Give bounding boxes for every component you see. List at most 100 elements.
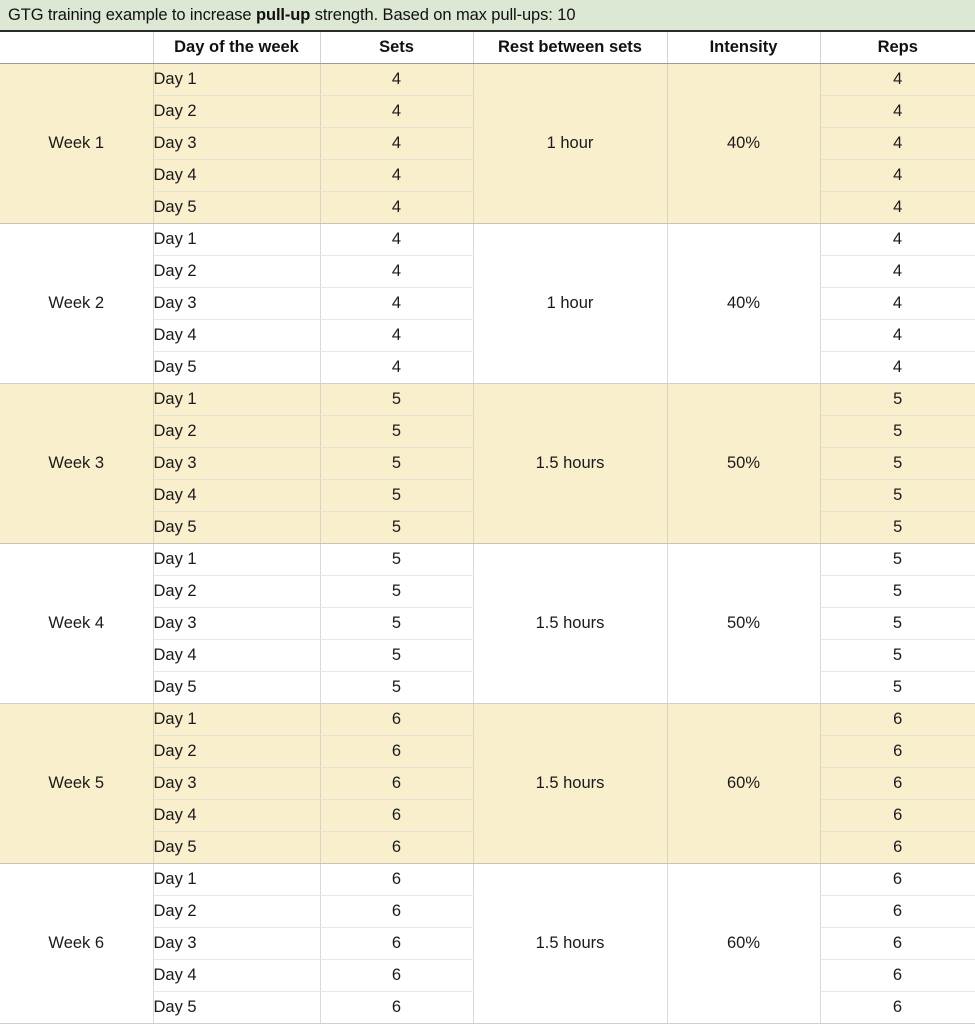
reps-cell: 4 xyxy=(820,287,975,320)
day-cell: Day 2 xyxy=(153,95,321,128)
reps-cell: 5 xyxy=(820,511,975,544)
day-cell: Day 5 xyxy=(153,511,321,544)
table-header-row: Day of the week Sets Rest between sets I… xyxy=(0,32,975,64)
day-cell: Day 4 xyxy=(153,319,321,352)
week-label-cell: Week 5 xyxy=(0,703,154,864)
table-row: Week 6 Day 1 6 1.5 hours 60% 6 xyxy=(0,863,975,1024)
sets-cell: 6 xyxy=(320,799,474,832)
reps-cell: 5 xyxy=(820,447,975,480)
column-header-sets: Sets xyxy=(320,32,474,64)
reps-cell: 4 xyxy=(820,319,975,352)
sets-cell: 5 xyxy=(320,383,474,416)
day-cell: Day 5 xyxy=(153,351,321,384)
sets-cell: 6 xyxy=(320,703,474,736)
reps-cell: 4 xyxy=(820,351,975,384)
sets-cell: 6 xyxy=(320,831,474,864)
week-label-cell: Week 3 xyxy=(0,383,154,544)
sets-cell: 6 xyxy=(320,735,474,768)
sets-cell: 6 xyxy=(320,767,474,800)
table-row: Week 1 Day 141 hour 40% 4 xyxy=(0,63,975,224)
column-header-week xyxy=(0,32,154,64)
reps-cell: 5 xyxy=(820,575,975,608)
day-cell: Day 5 xyxy=(153,991,321,1024)
reps-cell: 4 xyxy=(820,63,975,96)
reps-cell: 6 xyxy=(820,735,975,768)
sets-cell: 4 xyxy=(320,255,474,288)
day-cell: Day 4 xyxy=(153,159,321,192)
day-cell: Day 1 xyxy=(153,703,321,736)
sets-cell: 4 xyxy=(320,127,474,160)
reps-cell: 6 xyxy=(820,959,975,992)
rest-cell: 1.5 hours xyxy=(473,543,668,704)
day-cell: Day 2 xyxy=(153,735,321,768)
day-cell: Day 2 xyxy=(153,255,321,288)
day-cell: Day 3 xyxy=(153,607,321,640)
sets-cell: 4 xyxy=(320,191,474,224)
intensity-cell: 60% xyxy=(667,863,821,1024)
day-cell: Day 3 xyxy=(153,127,321,160)
reps-cell: 6 xyxy=(820,831,975,864)
sets-cell: 5 xyxy=(320,447,474,480)
reps-cell: 6 xyxy=(820,703,975,736)
sets-cell: 4 xyxy=(320,159,474,192)
sets-cell: 6 xyxy=(320,927,474,960)
day-cell: Day 4 xyxy=(153,799,321,832)
table-header: Day of the week Sets Rest between sets I… xyxy=(0,32,975,64)
column-header-reps: Reps xyxy=(820,32,975,64)
sets-cell: 5 xyxy=(320,671,474,704)
page-title-prefix: GTG training example to increase xyxy=(8,5,256,24)
table-row: Week 3 Day 1 5 1.5 hours 50% 5 xyxy=(0,383,975,544)
sets-cell: 4 xyxy=(320,63,474,96)
day-cell: Day 4 xyxy=(153,639,321,672)
sets-cell: 5 xyxy=(320,479,474,512)
reps-cell: 6 xyxy=(820,863,975,896)
rest-cell: 1 hour xyxy=(473,223,668,384)
day-cell: Day 4 xyxy=(153,959,321,992)
table-row: Week 4 Day 1 5 1.5 hours 50% 5 xyxy=(0,543,975,704)
rest-cell: 1.5 hours xyxy=(473,703,668,864)
intensity-cell: 50% xyxy=(667,543,821,704)
day-cell: Day 5 xyxy=(153,191,321,224)
rest-cell: 1.5 hours xyxy=(473,383,668,544)
reps-cell: 5 xyxy=(820,671,975,704)
week-label-cell: Week 4 xyxy=(0,543,154,704)
sets-cell: 4 xyxy=(320,319,474,352)
sets-cell: 5 xyxy=(320,543,474,576)
table-row: Week 5 Day 1 6 1.5 hours 60% 6 xyxy=(0,703,975,864)
day-cell: Day 3 xyxy=(153,767,321,800)
training-schedule-table: Day of the week Sets Rest between sets I… xyxy=(0,32,975,1024)
reps-cell: 6 xyxy=(820,767,975,800)
sets-cell: 6 xyxy=(320,991,474,1024)
intensity-cell: 40% xyxy=(667,63,821,224)
page-title: GTG training example to increase pull-up… xyxy=(8,5,576,24)
reps-cell: 4 xyxy=(820,255,975,288)
reps-cell: 5 xyxy=(820,639,975,672)
reps-cell: 4 xyxy=(820,95,975,128)
table-body: Week 1 Day 141 hour 40% 4 Day 2 4 4 Day 3 4 4 Day … xyxy=(0,63,975,1024)
page-title-emphasis: pull-up xyxy=(255,5,311,24)
day-cell: Day 1 xyxy=(153,543,321,576)
day-cell: Day 1 xyxy=(153,383,321,416)
day-cell: Day 1 xyxy=(153,63,321,96)
reps-cell: 6 xyxy=(820,895,975,928)
reps-cell: 5 xyxy=(820,415,975,448)
column-header-intensity: Intensity xyxy=(667,32,821,64)
training-schedule-page: GTG training example to increase pull-up… xyxy=(0,0,975,1024)
rest-cell: 1.5 hours xyxy=(473,863,668,1024)
sets-cell: 4 xyxy=(320,351,474,384)
reps-cell: 4 xyxy=(820,191,975,224)
reps-cell: 5 xyxy=(820,543,975,576)
sets-cell: 6 xyxy=(320,959,474,992)
sets-cell: 4 xyxy=(320,95,474,128)
day-cell: Day 2 xyxy=(153,895,321,928)
day-cell: Day 3 xyxy=(153,287,321,320)
intensity-cell: 60% xyxy=(667,703,821,864)
day-cell: Day 5 xyxy=(153,831,321,864)
reps-cell: 6 xyxy=(820,799,975,832)
day-cell: Day 1 xyxy=(153,863,321,896)
sets-cell: 5 xyxy=(320,575,474,608)
week-label-cell: Week 1 xyxy=(0,63,154,224)
day-cell: Day 3 xyxy=(153,447,321,480)
day-cell: Day 2 xyxy=(153,575,321,608)
sets-cell: 4 xyxy=(320,223,474,256)
